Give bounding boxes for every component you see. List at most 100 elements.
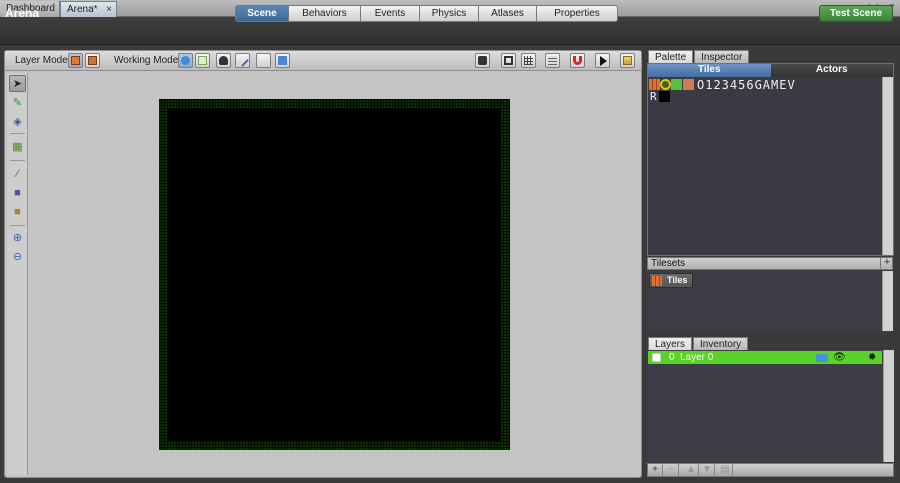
layer-color-swatch[interactable]	[816, 354, 828, 362]
region-icon: ■	[14, 205, 21, 218]
grid-toggle-button[interactable]	[521, 53, 536, 68]
tool-divider	[10, 160, 25, 161]
pencil-tool[interactable]: ✎	[9, 94, 26, 111]
pencil-icon: ✎	[12, 97, 23, 109]
actor-icon	[219, 56, 228, 65]
rectangle-tool[interactable]: ■	[9, 184, 26, 201]
tab-arena[interactable]: Arena* ×	[60, 1, 117, 17]
tool-divider	[10, 133, 25, 134]
screenshot-button[interactable]	[475, 53, 490, 68]
add-tileset-button[interactable]: +	[880, 257, 893, 270]
tileset-thumb-icon	[652, 276, 662, 286]
tile-brick[interactable]	[649, 79, 660, 90]
play-icon	[600, 56, 607, 66]
tile-glyph-r[interactable]: R	[650, 90, 657, 103]
background-image-button[interactable]	[620, 53, 635, 68]
layer-mode-label: Layer Mode	[15, 55, 68, 66]
tab-inventory[interactable]: Inventory	[693, 337, 749, 351]
tilesets-scrollbar[interactable]	[882, 271, 893, 331]
line-tool[interactable]: ⁄	[9, 165, 26, 182]
tileset-item[interactable]: Tiles	[649, 273, 693, 288]
play-button[interactable]	[595, 53, 610, 68]
layers-tabs: Layers Inventory	[648, 337, 749, 351]
move-layer-down-button[interactable]: ▼	[700, 464, 715, 476]
snap-button[interactable]	[570, 53, 585, 68]
zoom-in-tool[interactable]: ⊕	[9, 229, 26, 246]
grid-icon	[524, 56, 533, 65]
remove-layer-button[interactable]: −	[664, 464, 679, 476]
arrow-cursor-icon: ➤	[12, 78, 23, 90]
zoom-out-tool[interactable]: ⊖	[9, 248, 26, 265]
layer-name: Layer 0	[680, 352, 714, 363]
single-layer-icon	[71, 56, 80, 65]
layer-row[interactable]: 0 Layer 0 👁 ✹	[648, 351, 882, 364]
gear-icon[interactable]: ✹	[868, 351, 876, 364]
layer-mode-all-button[interactable]	[85, 53, 100, 68]
all-layers-icon	[88, 56, 97, 65]
working-mode-blank-button[interactable]	[256, 53, 271, 68]
tab-palette[interactable]: Palette	[648, 50, 694, 64]
test-scene-button[interactable]: Test Scene	[819, 5, 893, 22]
layers-scrollbar[interactable]	[883, 350, 894, 462]
tab-inspector[interactable]: Inspector	[694, 50, 750, 64]
palette-subtabs: Tiles Actors	[648, 64, 893, 77]
zoom-out-icon: ⊖	[12, 251, 23, 263]
camera-icon	[478, 56, 487, 65]
add-layer-button[interactable]: +	[648, 464, 663, 476]
tileset-item-label: Tiles	[667, 275, 688, 285]
grid-settings-button[interactable]	[545, 53, 560, 68]
working-mode-actor-button[interactable]	[216, 53, 231, 68]
page-title: Arena	[5, 6, 40, 20]
tile-black[interactable]	[659, 91, 670, 102]
tilesets-title: Tilesets	[651, 258, 686, 269]
eye-icon[interactable]: 👁	[833, 351, 846, 364]
subtab-tiles[interactable]: Tiles	[648, 64, 771, 77]
show-bounds-button[interactable]	[501, 53, 516, 68]
tool-divider	[10, 225, 25, 226]
palette-tabs: Palette Inspector	[648, 50, 750, 64]
tile-green[interactable]	[671, 79, 682, 90]
tile-salmon[interactable]	[683, 79, 694, 90]
working-mode-color-button[interactable]	[275, 53, 290, 68]
frame-icon	[504, 56, 513, 65]
working-mode-label: Working Mode	[114, 55, 179, 66]
layer-options-button[interactable]: ▤	[718, 464, 733, 476]
working-mode-tiles-button[interactable]	[178, 53, 193, 68]
tool-palette: ➤ ✎ ◈ ▦ ⁄ ■ ■ ⊕ ⊖	[7, 73, 28, 475]
layer-index: 0	[669, 352, 675, 363]
zoom-in-icon: ⊕	[12, 232, 23, 244]
move-layer-up-button[interactable]: ▲	[684, 464, 699, 476]
layer-mode-single-button[interactable]	[68, 53, 83, 68]
tab-layers[interactable]: Layers	[648, 337, 693, 351]
fill-tool[interactable]: ◈	[9, 113, 26, 130]
scene-canvas[interactable]	[168, 108, 501, 441]
magnet-icon	[573, 56, 582, 65]
mode-tabs: Scene Behaviors Events Physics Atlases P…	[235, 5, 618, 22]
tab-atlases[interactable]: Atlases	[479, 5, 537, 22]
working-mode-path-button[interactable]	[235, 53, 250, 68]
close-tab-icon[interactable]: ×	[106, 2, 112, 17]
tile-brush-tool[interactable]: ▦	[9, 138, 26, 155]
tab-behaviors[interactable]: Behaviors	[289, 5, 361, 22]
line-icon: ⁄	[16, 167, 19, 180]
layer-icon	[652, 353, 661, 362]
subtab-actors[interactable]: Actors	[770, 64, 893, 77]
region-icon	[198, 56, 207, 65]
tab-arena-label: Arena*	[67, 4, 98, 15]
tile-grid	[648, 77, 882, 255]
tab-events[interactable]: Events	[361, 5, 420, 22]
region-tool[interactable]: ■	[9, 203, 26, 220]
select-tool[interactable]: ➤	[9, 75, 26, 92]
tile-ring[interactable]	[660, 79, 671, 90]
layers-list	[647, 350, 883, 462]
tab-physics[interactable]: Physics	[420, 5, 479, 22]
tile-glyphs[interactable]: O123456GAMEV	[697, 78, 796, 92]
image-icon	[623, 56, 632, 65]
working-mode-region-button[interactable]	[195, 53, 210, 68]
tile-brush-icon: ▦	[12, 141, 23, 153]
bucket-icon: ◈	[13, 116, 22, 128]
tab-properties[interactable]: Properties	[537, 5, 618, 22]
tab-scene[interactable]: Scene	[235, 5, 289, 22]
path-icon	[236, 54, 249, 67]
palette-scrollbar[interactable]	[882, 77, 893, 255]
